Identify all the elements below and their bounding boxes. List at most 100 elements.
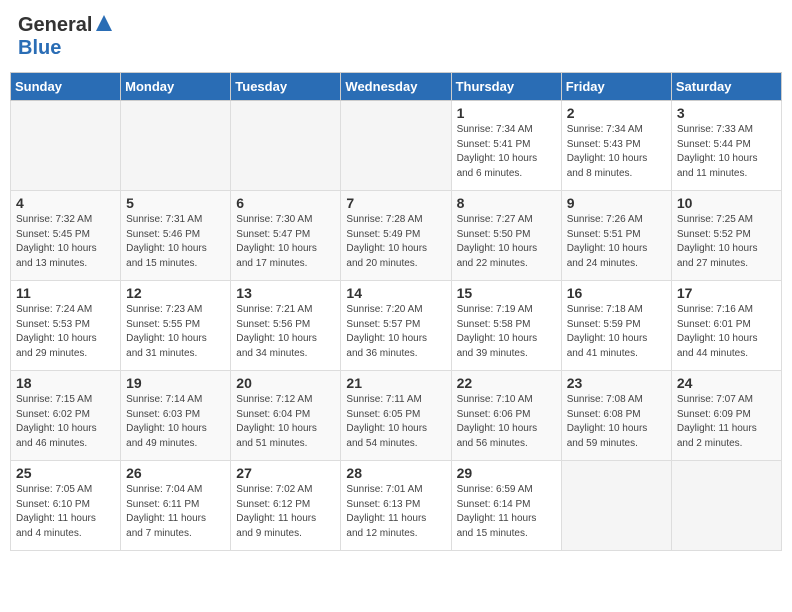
day-number: 13 [236,285,335,301]
day-info: Sunrise: 7:02 AM Sunset: 6:12 PM Dayligh… [236,483,335,541]
day-number: 4 [16,195,115,211]
calendar-week-row: 4 Sunrise: 7:32 AM Sunset: 5:45 PM Daylig… [11,191,782,281]
col-header-monday: Monday [121,73,231,101]
calendar-cell [231,101,341,191]
calendar-cell [561,461,671,551]
day-number: 26 [126,465,225,481]
day-number: 8 [457,195,556,211]
calendar-cell: 1 Sunrise: 7:34 AM Sunset: 5:41 PM Daylig… [451,101,561,191]
calendar-cell: 4 Sunrise: 7:32 AM Sunset: 5:45 PM Daylig… [11,191,121,281]
calendar-cell [671,461,781,551]
col-header-saturday: Saturday [671,73,781,101]
day-info: Sunrise: 7:30 AM Sunset: 5:47 PM Dayligh… [236,213,335,271]
calendar-cell: 12 Sunrise: 7:23 AM Sunset: 5:55 PM Dayli… [121,281,231,371]
day-info: Sunrise: 7:07 AM Sunset: 6:09 PM Dayligh… [677,393,776,451]
logo-blue: Blue [18,37,61,59]
day-number: 6 [236,195,335,211]
calendar-cell: 2 Sunrise: 7:34 AM Sunset: 5:43 PM Daylig… [561,101,671,191]
day-info: Sunrise: 7:19 AM Sunset: 5:58 PM Dayligh… [457,303,556,361]
day-info: Sunrise: 7:18 AM Sunset: 5:59 PM Dayligh… [567,303,666,361]
day-number: 29 [457,465,556,481]
day-info: Sunrise: 7:04 AM Sunset: 6:11 PM Dayligh… [126,483,225,541]
day-info: Sunrise: 7:15 AM Sunset: 6:02 PM Dayligh… [16,393,115,451]
day-info: Sunrise: 7:16 AM Sunset: 6:01 PM Dayligh… [677,303,776,361]
calendar-cell: 6 Sunrise: 7:30 AM Sunset: 5:47 PM Daylig… [231,191,341,281]
day-number: 19 [126,375,225,391]
calendar-week-row: 18 Sunrise: 7:15 AM Sunset: 6:02 PM Dayli… [11,371,782,461]
day-info: Sunrise: 7:01 AM Sunset: 6:13 PM Dayligh… [346,483,445,541]
day-number: 14 [346,285,445,301]
calendar-table: SundayMondayTuesdayWednesdayThursdayFrid… [10,72,782,551]
day-info: Sunrise: 7:27 AM Sunset: 5:50 PM Dayligh… [457,213,556,271]
page-header: General Blue [10,10,782,64]
calendar-cell: 22 Sunrise: 7:10 AM Sunset: 6:06 PM Dayli… [451,371,561,461]
day-number: 11 [16,285,115,301]
calendar-cell: 8 Sunrise: 7:27 AM Sunset: 5:50 PM Daylig… [451,191,561,281]
day-info: Sunrise: 7:14 AM Sunset: 6:03 PM Dayligh… [126,393,225,451]
col-header-thursday: Thursday [451,73,561,101]
calendar-cell [121,101,231,191]
calendar-cell: 18 Sunrise: 7:15 AM Sunset: 6:02 PM Dayli… [11,371,121,461]
calendar-week-row: 11 Sunrise: 7:24 AM Sunset: 5:53 PM Dayli… [11,281,782,371]
day-number: 3 [677,105,776,121]
day-info: Sunrise: 6:59 AM Sunset: 6:14 PM Dayligh… [457,483,556,541]
calendar-cell: 27Sunrise: 7:02 AM Sunset: 6:12 PM Dayli… [231,461,341,551]
day-number: 7 [346,195,445,211]
day-number: 1 [457,105,556,121]
calendar-header-row: SundayMondayTuesdayWednesdayThursdayFrid… [11,73,782,101]
col-header-tuesday: Tuesday [231,73,341,101]
day-number: 23 [567,375,666,391]
day-number: 18 [16,375,115,391]
calendar-cell: 29 Sunrise: 6:59 AM Sunset: 6:14 PM Dayli… [451,461,561,551]
day-number: 17 [677,285,776,301]
day-number: 15 [457,285,556,301]
calendar-week-row: 1 Sunrise: 7:34 AM Sunset: 5:41 PM Daylig… [11,101,782,191]
calendar-cell [341,101,451,191]
day-info: Sunrise: 7:32 AM Sunset: 5:45 PM Dayligh… [16,213,115,271]
day-info: Sunrise: 7:12 AM Sunset: 6:04 PM Dayligh… [236,393,335,451]
day-info: Sunrise: 7:33 AM Sunset: 5:44 PM Dayligh… [677,123,776,181]
col-header-friday: Friday [561,73,671,101]
calendar-cell: 13Sunrise: 7:21 AM Sunset: 5:56 PM Dayli… [231,281,341,371]
calendar-cell: 10Sunrise: 7:25 AM Sunset: 5:52 PM Dayli… [671,191,781,281]
day-number: 9 [567,195,666,211]
day-number: 21 [346,375,445,391]
day-info: Sunrise: 7:34 AM Sunset: 5:43 PM Dayligh… [567,123,666,181]
logo-triangle-icon [94,13,114,33]
day-info: Sunrise: 7:25 AM Sunset: 5:52 PM Dayligh… [677,213,776,271]
calendar-cell [11,101,121,191]
calendar-cell: 7 Sunrise: 7:28 AM Sunset: 5:49 PM Daylig… [341,191,451,281]
col-header-wednesday: Wednesday [341,73,451,101]
day-number: 2 [567,105,666,121]
day-info: Sunrise: 7:08 AM Sunset: 6:08 PM Dayligh… [567,393,666,451]
day-number: 25 [16,465,115,481]
day-number: 28 [346,465,445,481]
calendar-cell: 17 Sunrise: 7:16 AM Sunset: 6:01 PM Dayli… [671,281,781,371]
day-number: 22 [457,375,556,391]
day-info: Sunrise: 7:26 AM Sunset: 5:51 PM Dayligh… [567,213,666,271]
calendar-week-row: 25 Sunrise: 7:05 AM Sunset: 6:10 PM Dayli… [11,461,782,551]
day-info: Sunrise: 7:23 AM Sunset: 5:55 PM Dayligh… [126,303,225,361]
calendar-cell: 20Sunrise: 7:12 AM Sunset: 6:04 PM Dayli… [231,371,341,461]
day-info: Sunrise: 7:20 AM Sunset: 5:57 PM Dayligh… [346,303,445,361]
day-info: Sunrise: 7:34 AM Sunset: 5:41 PM Dayligh… [457,123,556,181]
day-info: Sunrise: 7:31 AM Sunset: 5:46 PM Dayligh… [126,213,225,271]
day-number: 5 [126,195,225,211]
calendar-cell: 15 Sunrise: 7:19 AM Sunset: 5:58 PM Dayli… [451,281,561,371]
day-number: 12 [126,285,225,301]
day-info: Sunrise: 7:24 AM Sunset: 5:53 PM Dayligh… [16,303,115,361]
day-number: 16 [567,285,666,301]
day-info: Sunrise: 7:28 AM Sunset: 5:49 PM Dayligh… [346,213,445,271]
day-info: Sunrise: 7:10 AM Sunset: 6:06 PM Dayligh… [457,393,556,451]
day-info: Sunrise: 7:05 AM Sunset: 6:10 PM Dayligh… [16,483,115,541]
day-number: 24 [677,375,776,391]
logo: General Blue [18,14,114,60]
day-info: Sunrise: 7:11 AM Sunset: 6:05 PM Dayligh… [346,393,445,451]
calendar-cell: 11 Sunrise: 7:24 AM Sunset: 5:53 PM Dayli… [11,281,121,371]
logo-general: General [18,14,92,37]
calendar-cell: 25 Sunrise: 7:05 AM Sunset: 6:10 PM Dayli… [11,461,121,551]
calendar-cell: 24 Sunrise: 7:07 AM Sunset: 6:09 PM Dayli… [671,371,781,461]
calendar-cell: 5 Sunrise: 7:31 AM Sunset: 5:46 PM Daylig… [121,191,231,281]
calendar-cell: 16 Sunrise: 7:18 AM Sunset: 5:59 PM Dayli… [561,281,671,371]
calendar-cell: 21 Sunrise: 7:11 AM Sunset: 6:05 PM Dayli… [341,371,451,461]
